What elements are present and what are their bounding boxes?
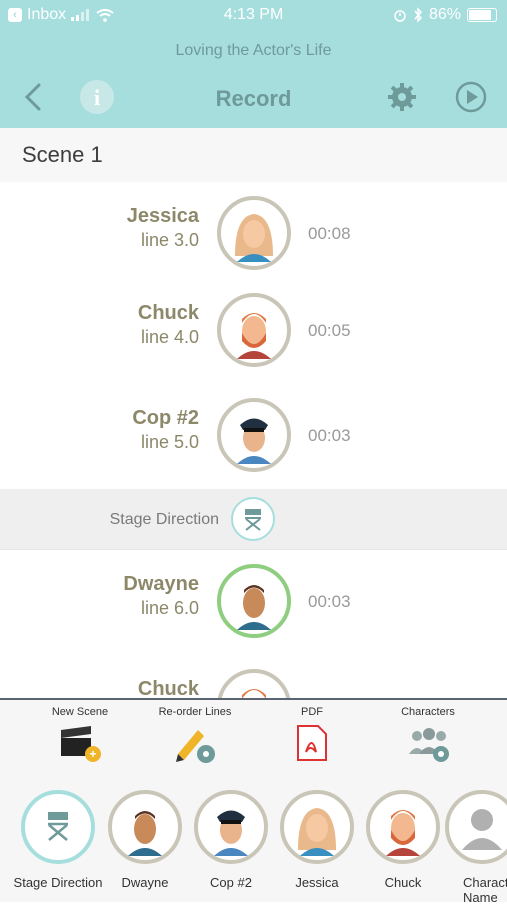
character-name: Dwayne: [123, 573, 199, 595]
cop-avatar: [217, 398, 291, 477]
svg-text:+: +: [89, 747, 96, 761]
character-chip-label: Jessica: [295, 875, 339, 890]
settings-button[interactable]: [385, 80, 419, 114]
character-chip-label: Character Name: [463, 875, 507, 905]
clapperboard-icon: +: [30, 724, 130, 764]
character-chip-chuck[interactable]: Chuck: [358, 790, 448, 890]
pdf-button[interactable]: PDF: [262, 706, 362, 764]
character-chip-jessica[interactable]: Jessica: [272, 790, 362, 890]
reorder-lines-label: Re-order Lines: [158, 706, 232, 718]
stage-direction-row[interactable]: Stage Direction: [0, 489, 507, 550]
dwayne-avatar: [217, 564, 291, 643]
info-button[interactable]: i: [80, 80, 114, 114]
play-icon: [455, 81, 487, 113]
line-row-jessica[interactable]: Jessica line 3.0 00:08: [0, 182, 507, 288]
characters-icon: [378, 724, 478, 764]
chuck-avatar: [217, 293, 291, 372]
svg-text:i: i: [94, 85, 100, 110]
character-chip-label: Stage Direction: [13, 875, 103, 890]
character-chip-stage-direction[interactable]: Stage Direction: [13, 790, 103, 890]
line-duration: 00:08: [308, 224, 351, 243]
line-number: line 6.0: [140, 598, 199, 618]
pdf-icon: [262, 724, 362, 764]
page-title: Record: [215, 86, 292, 111]
character-chip-dwayne[interactable]: Dwayne: [100, 790, 190, 890]
characters-label: Characters: [401, 706, 455, 718]
line-duration: 00:05: [308, 321, 351, 340]
back-button[interactable]: [16, 80, 50, 114]
line-duration: 00:03: [308, 426, 351, 445]
line-number: line 5.0: [140, 432, 199, 452]
pdf-label: PDF: [301, 706, 323, 718]
scene-header: Scene 1: [0, 128, 507, 182]
characters-button[interactable]: Characters: [378, 706, 478, 764]
scene-title: Scene 1: [22, 142, 103, 167]
reorder-lines-button[interactable]: Re-order Lines: [145, 706, 245, 764]
character-chip-label: Dwayne: [121, 875, 169, 890]
line-number: line 3.0: [140, 230, 199, 250]
status-bar: ‹ Inbox 4:13 PM 86%: [0, 0, 507, 32]
info-icon: i: [80, 80, 114, 114]
character-chip-cop[interactable]: Cop #2: [186, 790, 276, 890]
character-chip-label: Chuck: [384, 875, 422, 890]
chevron-left-icon: [24, 83, 41, 111]
director-chair-icon: [21, 790, 95, 864]
pencil-icon: [145, 724, 245, 764]
dwayne-avatar: [108, 790, 182, 864]
gear-icon: [388, 83, 416, 111]
line-row-dwayne[interactable]: Dwayne line 6.0 00:03: [0, 550, 507, 656]
character-name: Jessica: [126, 205, 199, 227]
line-number: line 4.0: [140, 327, 199, 347]
header-subtitle: Loving the Actor's Life: [175, 42, 332, 59]
person-placeholder-icon: [445, 790, 507, 864]
character-name: Cop #2: [132, 407, 199, 429]
app-header: ‹ Inbox 4:13 PM 86% Loving the Actor's L…: [0, 0, 507, 128]
stage-direction-label: Stage Direction: [109, 511, 219, 528]
battery-percent: 86%: [428, 6, 461, 23]
character-chip-new[interactable]: Character Name: [445, 790, 507, 905]
new-scene-button[interactable]: New Scene +: [30, 706, 130, 764]
line-duration: 00:03: [308, 592, 351, 611]
bluetooth-icon: [414, 7, 422, 23]
chuck-avatar: [366, 790, 440, 864]
alarm-icon: [394, 10, 406, 22]
jessica-avatar: [280, 790, 354, 864]
line-row-cop[interactable]: Cop #2 line 5.0 00:03: [0, 384, 507, 490]
character-chip-label: Cop #2: [210, 875, 252, 890]
jessica-avatar: [217, 196, 291, 275]
director-chair-icon: [230, 496, 276, 547]
battery-icon: [467, 8, 497, 22]
play-button[interactable]: [454, 80, 488, 114]
line-row-chuck[interactable]: Chuck line 4.0 00:05: [0, 279, 507, 385]
cop-avatar: [194, 790, 268, 864]
character-name: Chuck: [137, 302, 199, 324]
new-scene-label: New Scene: [51, 706, 109, 718]
